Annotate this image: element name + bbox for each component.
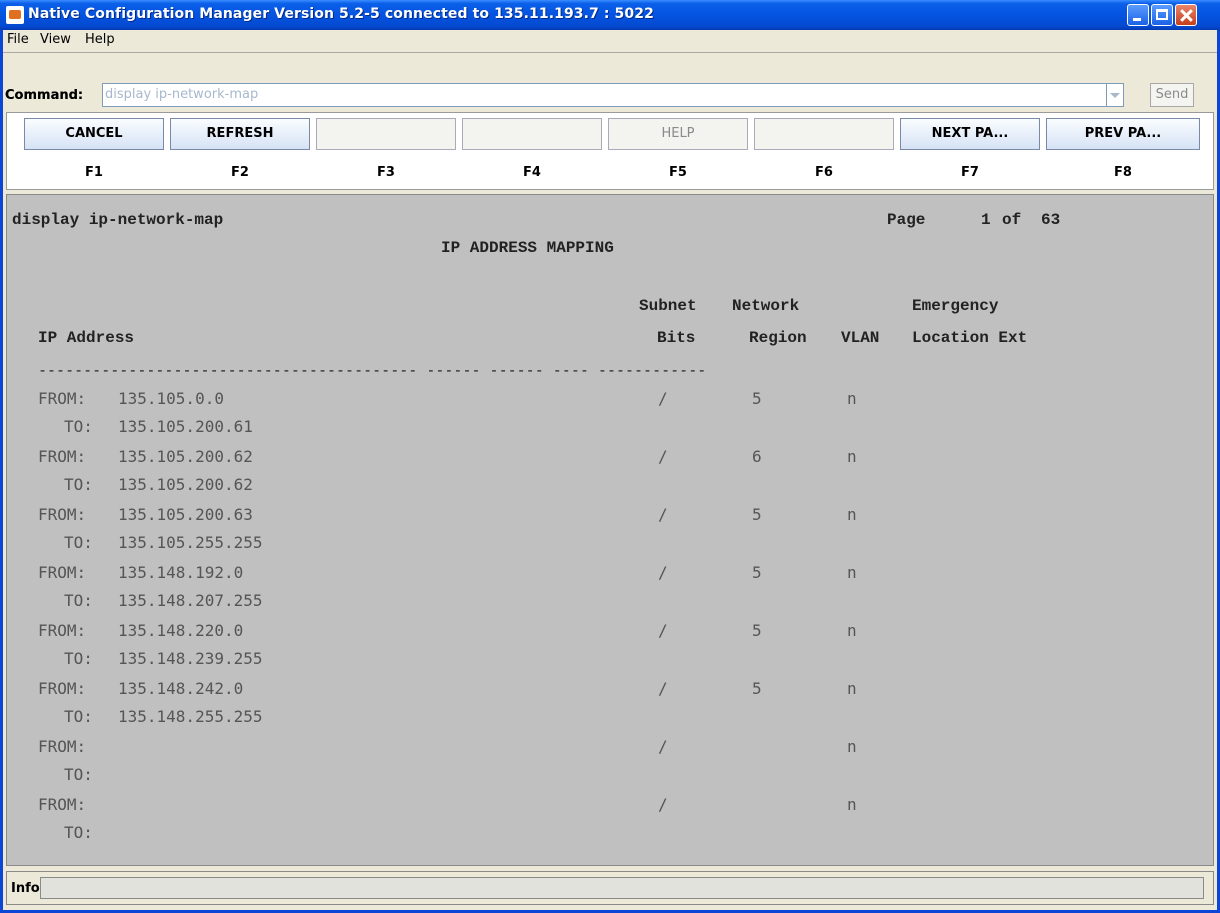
minimize-button[interactable]: [1127, 4, 1149, 26]
function-key-f1[interactable]: CANCEL: [24, 118, 164, 150]
row-vlan: n: [847, 737, 857, 756]
row-from-label: FROM:: [38, 679, 87, 698]
row-from-ip: 135.105.200.63: [118, 505, 253, 524]
row-subnet-bits: /: [658, 563, 668, 582]
col-subnet-bottom: Bits: [657, 329, 696, 347]
page-label: Page: [887, 211, 926, 229]
row-vlan: n: [847, 679, 857, 698]
row-from-label: FROM:: [38, 505, 87, 524]
info-field: [40, 877, 1204, 899]
close-button[interactable]: [1175, 4, 1197, 26]
function-key-label-f5: F5: [669, 165, 687, 180]
row-to-label: TO:: [64, 533, 93, 552]
row-vlan: n: [847, 795, 857, 814]
col-ip-address: IP Address: [38, 329, 135, 347]
maximize-button[interactable]: [1151, 4, 1173, 26]
row-to-ip: 135.105.255.255: [118, 533, 263, 552]
row-subnet-bits: /: [658, 795, 668, 814]
row-network-region: 5: [752, 621, 762, 640]
function-key-label-f2: F2: [231, 165, 249, 180]
page-total: 63: [1041, 211, 1061, 229]
function-key-label-f8: F8: [1114, 165, 1132, 180]
row-subnet-bits: /: [658, 737, 668, 756]
row-from-ip: 135.105.200.62: [118, 447, 253, 466]
command-label: Command:: [5, 88, 84, 103]
function-key-f4[interactable]: [462, 118, 602, 150]
col-network-bottom: Region: [749, 329, 807, 347]
row-from-label: FROM:: [38, 795, 87, 814]
window-title: Native Configuration Manager Version 5.2…: [28, 6, 654, 22]
page-current: 1: [981, 211, 991, 229]
menu-view[interactable]: View: [40, 32, 71, 47]
col-vlan: VLAN: [841, 329, 880, 347]
row-network-region: 5: [752, 389, 762, 408]
row-network-region: 5: [752, 679, 762, 698]
row-from-ip: 135.148.192.0: [118, 563, 244, 582]
row-vlan: n: [847, 563, 857, 582]
col-network-top: Network: [732, 297, 800, 315]
screen-heading: IP ADDRESS MAPPING: [441, 239, 614, 257]
function-key-f5[interactable]: HELP: [608, 118, 748, 150]
row-to-ip: 135.148.207.255: [118, 591, 263, 610]
row-to-label: TO:: [64, 765, 93, 784]
command-history-dropdown[interactable]: [1107, 83, 1124, 107]
row-to-label: TO:: [64, 707, 93, 726]
row-from-ip: 135.148.220.0: [118, 621, 244, 640]
row-to-label: TO:: [64, 417, 93, 436]
function-key-label-f3: F3: [377, 165, 395, 180]
function-key-label-f6: F6: [815, 165, 833, 180]
function-key-label-f7: F7: [961, 165, 979, 180]
row-subnet-bits: /: [658, 505, 668, 524]
page-of: of: [1002, 211, 1022, 229]
col-emergency-top: Emergency: [912, 297, 999, 315]
row-subnet-bits: /: [658, 679, 668, 698]
title-bar[interactable]: Native Configuration Manager Version 5.2…: [0, 0, 1220, 30]
menu-help[interactable]: Help: [85, 32, 115, 47]
command-divider: [3, 52, 1217, 53]
col-emergency-bottom: Location Ext: [912, 329, 1028, 347]
function-key-label-f4: F4: [523, 165, 541, 180]
function-key-f7[interactable]: NEXT PA...: [900, 118, 1040, 150]
row-subnet-bits: /: [658, 621, 668, 640]
row-to-label: TO:: [64, 649, 93, 668]
function-key-f2[interactable]: REFRESH: [170, 118, 310, 150]
row-to-label: TO:: [64, 475, 93, 494]
row-from-label: FROM:: [38, 563, 87, 582]
row-subnet-bits: /: [658, 447, 668, 466]
row-from-ip: 135.148.242.0: [118, 679, 244, 698]
terminal-screen: display ip-network-map Page 1 of 63 IP A…: [6, 194, 1214, 866]
row-to-label: TO:: [64, 591, 93, 610]
row-from-label: FROM:: [38, 621, 87, 640]
command-echo: display ip-network-map: [12, 211, 224, 229]
row-from-label: FROM:: [38, 737, 87, 756]
function-key-f3[interactable]: [316, 118, 456, 150]
row-vlan: n: [847, 447, 857, 466]
col-subnet-top: Subnet: [639, 297, 697, 315]
row-from-label: FROM:: [38, 389, 87, 408]
header-rule: ----------------------------------------…: [38, 361, 707, 379]
row-vlan: n: [847, 505, 857, 524]
menu-bar: File View Help: [3, 30, 1217, 50]
function-key-label-f1: F1: [85, 165, 103, 180]
menu-file[interactable]: File: [7, 32, 29, 47]
row-to-ip: 135.105.200.62: [118, 475, 253, 494]
function-key-f6[interactable]: [754, 118, 894, 150]
row-from-ip: 135.105.0.0: [118, 389, 224, 408]
row-vlan: n: [847, 389, 857, 408]
send-button[interactable]: Send: [1150, 83, 1194, 107]
row-to-label: TO:: [64, 823, 93, 842]
row-network-region: 5: [752, 505, 762, 524]
row-from-label: FROM:: [38, 447, 87, 466]
row-to-ip: 135.148.239.255: [118, 649, 263, 668]
row-to-ip: 135.105.200.61: [118, 417, 253, 436]
command-input[interactable]: display ip-network-map: [102, 83, 1107, 107]
row-subnet-bits: /: [658, 389, 668, 408]
row-vlan: n: [847, 621, 857, 640]
row-network-region: 5: [752, 563, 762, 582]
row-to-ip: 135.148.255.255: [118, 707, 263, 726]
row-network-region: 6: [752, 447, 762, 466]
function-key-f8[interactable]: PREV PA...: [1046, 118, 1200, 150]
info-bar: Info:: [6, 871, 1214, 905]
java-app-icon: [6, 6, 24, 24]
